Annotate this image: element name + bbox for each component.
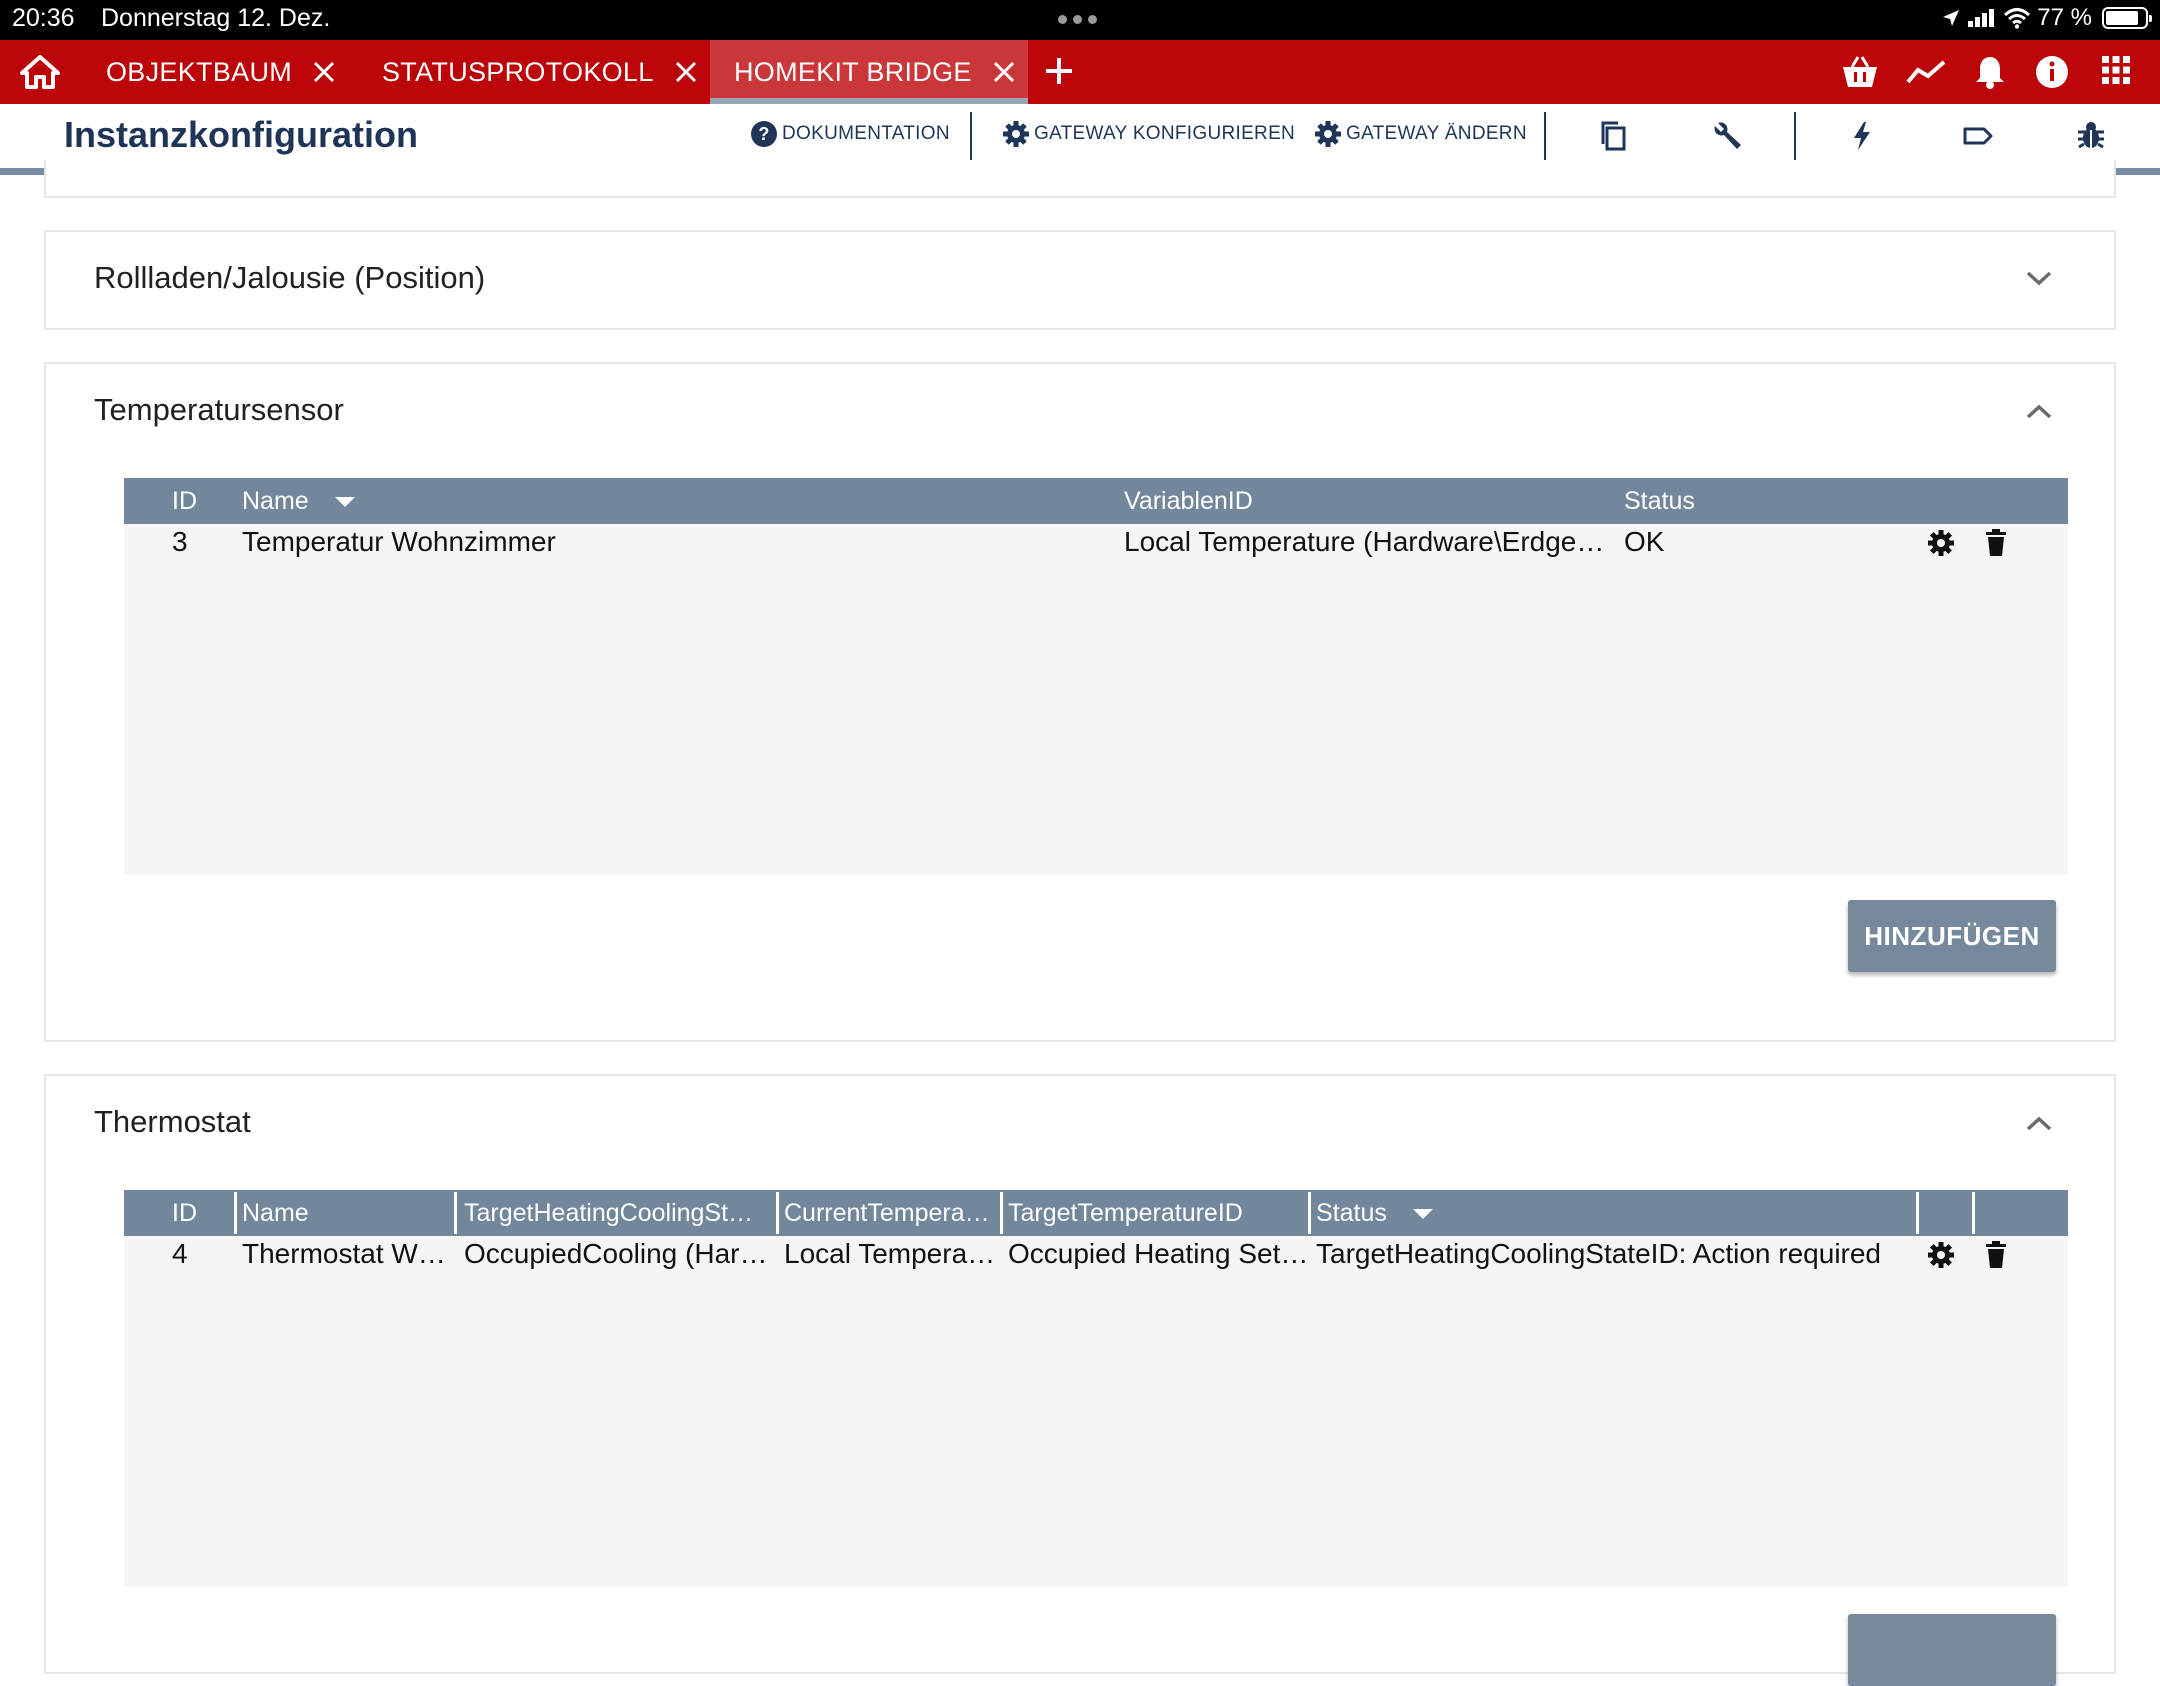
- add-button[interactable]: HINZUFÜGEN: [1848, 900, 2056, 972]
- location-arrow-icon: [1941, 8, 1961, 28]
- home-icon[interactable]: [20, 54, 60, 90]
- help-circle-icon: ?: [750, 120, 778, 148]
- thermostat-table: ID Name TargetHeatingCoolingSt… CurrentT…: [124, 1190, 2068, 1586]
- column-header-target-temperature[interactable]: TargetTemperatureID: [1008, 1199, 1243, 1228]
- documentation-label: DOKUMENTATION: [782, 123, 950, 144]
- basket-icon[interactable]: [1840, 54, 1880, 90]
- close-icon[interactable]: [674, 60, 698, 84]
- table-header: ID Name VariablenID Status: [124, 478, 2068, 524]
- cell-status: OK: [1624, 526, 1665, 557]
- wrench-icon[interactable]: [1712, 120, 1744, 152]
- chevron-up-icon[interactable]: [2024, 402, 2054, 422]
- tab-label: HOMEKIT BRIDGE: [734, 56, 972, 87]
- svg-text:?: ?: [758, 124, 769, 144]
- cellular-signal-icon: [1967, 8, 1997, 28]
- column-header-status[interactable]: Status: [1316, 1199, 1387, 1228]
- toolbar-divider: [1544, 112, 1546, 160]
- cell-target-temperature: Occupied Heating Set…: [1008, 1238, 1309, 1269]
- tab-label: OBJEKTBAUM: [106, 56, 293, 87]
- status-time: 20:36: [12, 4, 75, 32]
- battery-percent: 77 %: [2037, 4, 2092, 31]
- trash-icon[interactable]: [1984, 528, 2008, 558]
- sort-desc-icon[interactable]: [334, 496, 356, 508]
- tab-homekit-bridge[interactable]: HOMEKIT BRIDGE: [710, 40, 1028, 104]
- apps-grid-icon[interactable]: [2100, 54, 2132, 86]
- add-button-partial[interactable]: [1848, 1614, 2056, 1686]
- column-header-status[interactable]: Status: [1624, 487, 1695, 516]
- cell-current-temperature: Local Tempera…: [784, 1238, 996, 1269]
- page-title: Instanzkonfiguration: [64, 114, 418, 155]
- column-header-target-heating-cooling[interactable]: TargetHeatingCoolingSt…: [464, 1199, 753, 1228]
- cell-name: Thermostat W…: [242, 1238, 446, 1269]
- cell-id: 3: [172, 526, 188, 557]
- tab-objektbaum[interactable]: OBJEKTBAUM: [90, 40, 352, 104]
- close-icon[interactable]: [312, 60, 336, 84]
- temperatursensor-table: ID Name VariablenID Status 3 Temperatur …: [124, 478, 2068, 874]
- gear-icon: [1002, 120, 1030, 148]
- tab-label: STATUSPROTOKOLL: [382, 56, 654, 87]
- gear-icon: [1314, 120, 1342, 148]
- cell-status: TargetHeatingCoolingStateID: Action requ…: [1316, 1238, 1882, 1269]
- copy-icon[interactable]: [1598, 120, 1628, 152]
- column-resize-handle[interactable]: [1308, 1192, 1311, 1234]
- gear-icon[interactable]: [1926, 1240, 1956, 1270]
- multitasking-dots-icon[interactable]: [1058, 15, 1097, 24]
- panel-thermostat: Thermostat ID Name TargetHeatingCoolingS…: [44, 1074, 2116, 1686]
- panel-title: Rollladen/Jalousie (Position): [94, 260, 486, 295]
- close-icon[interactable]: [992, 60, 1016, 84]
- table-header: ID Name TargetHeatingCoolingSt… CurrentT…: [124, 1190, 2068, 1236]
- info-icon[interactable]: [2034, 54, 2070, 90]
- column-header-name[interactable]: Name: [242, 487, 309, 516]
- panel-title: Temperatursensor: [94, 392, 344, 427]
- status-indicators: 77 %: [1941, 4, 2152, 32]
- wifi-icon: [2003, 7, 2031, 29]
- cell-variable: Local Temperature (Hardware\Erdge…: [1124, 526, 1605, 557]
- trash-icon[interactable]: [1984, 1240, 2008, 1270]
- column-resize-handle[interactable]: [776, 1192, 779, 1234]
- ios-status-bar: 20:36 Donnerstag 12. Dez. 77 %: [0, 0, 2160, 40]
- cell-name: Temperatur Wohnzimmer: [242, 526, 556, 557]
- status-date: Donnerstag 12. Dez.: [101, 4, 331, 32]
- cell-target-heating-cooling: OccupiedCooling (Har…: [464, 1238, 768, 1269]
- chart-trend-icon[interactable]: [1906, 54, 1946, 90]
- panel-temperatursensor: Temperatursensor ID Name VariablenID Sta…: [44, 362, 2116, 1042]
- add-tab-icon[interactable]: [1044, 56, 1074, 86]
- panel-title: Thermostat: [94, 1104, 251, 1139]
- column-resize-handle[interactable]: [234, 1192, 237, 1234]
- column-resize-handle[interactable]: [1972, 1192, 1975, 1234]
- gear-icon[interactable]: [1926, 528, 1956, 558]
- column-header-variablenid[interactable]: VariablenID: [1124, 487, 1253, 516]
- table-row[interactable]: 3 Temperatur Wohnzimmer Local Temperatur…: [124, 524, 2068, 564]
- gateway-change-button[interactable]: GATEWAY ÄNDERN: [1314, 120, 1527, 148]
- column-header-id[interactable]: ID: [172, 487, 197, 516]
- previous-panel-bottom: [44, 160, 2116, 198]
- tab-statusprotokoll[interactable]: STATUSPROTOKOLL: [366, 40, 714, 104]
- gateway-configure-label: GATEWAY KONFIGURIEREN: [1034, 123, 1296, 144]
- cell-id: 4: [172, 1238, 188, 1269]
- sort-desc-icon[interactable]: [1412, 1208, 1434, 1220]
- chevron-down-icon[interactable]: [2024, 268, 2054, 288]
- battery-icon: [2102, 7, 2152, 29]
- documentation-button[interactable]: ? DOKUMENTATION: [750, 120, 950, 148]
- table-row[interactable]: 4 Thermostat W… OccupiedCooling (Har… Lo…: [124, 1236, 2068, 1276]
- column-resize-handle[interactable]: [454, 1192, 457, 1234]
- toolbar-divider: [1794, 112, 1796, 160]
- column-resize-handle[interactable]: [1916, 1192, 1919, 1234]
- tab-bar: OBJEKTBAUM STATUSPROTOKOLL HOMEKIT BRIDG…: [0, 40, 2160, 104]
- bell-icon[interactable]: [1972, 54, 2008, 90]
- gateway-configure-button[interactable]: GATEWAY KONFIGURIEREN: [1002, 120, 1295, 148]
- bug-icon[interactable]: [2076, 120, 2106, 152]
- toolbar-divider: [970, 112, 972, 160]
- column-header-id[interactable]: ID: [172, 1199, 197, 1228]
- gateway-change-label: GATEWAY ÄNDERN: [1346, 123, 1527, 144]
- chevron-up-icon[interactable]: [2024, 1114, 2054, 1134]
- column-resize-handle[interactable]: [1000, 1192, 1003, 1234]
- lightning-icon[interactable]: [1848, 120, 1876, 152]
- column-header-current-temperature[interactable]: CurrentTempera…: [784, 1199, 990, 1228]
- column-header-name[interactable]: Name: [242, 1199, 309, 1228]
- label-tag-icon[interactable]: [1962, 120, 1994, 152]
- panel-rollladen[interactable]: Rollladen/Jalousie (Position): [44, 230, 2116, 330]
